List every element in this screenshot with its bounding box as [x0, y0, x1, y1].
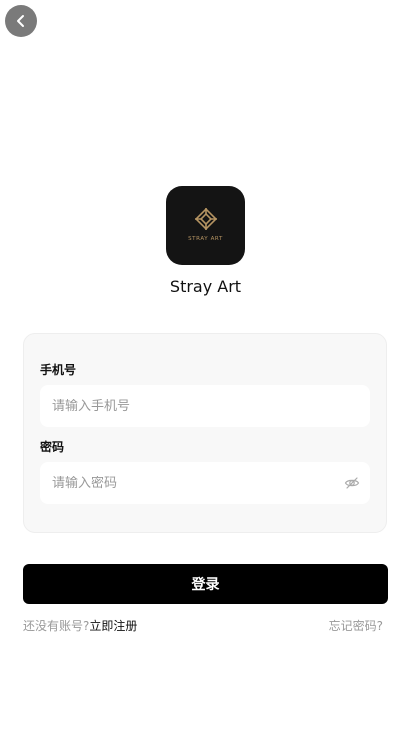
chevron-left-icon: [17, 15, 24, 27]
register-link[interactable]: 立即注册: [89, 619, 137, 633]
no-account-text: 还没有账号?: [23, 619, 90, 633]
forgot-password-link[interactable]: 忘记密码?: [329, 617, 383, 634]
phone-input[interactable]: [52, 398, 322, 414]
logo-text: STRAY ART: [188, 235, 223, 242]
back-button[interactable]: [5, 5, 37, 37]
phone-label: 手机号: [40, 363, 77, 377]
password-label: 密码: [40, 440, 65, 454]
login-form-card: 手机号 密码: [23, 333, 387, 533]
login-button[interactable]: 登录: [23, 564, 388, 604]
password-field-container: [40, 462, 370, 504]
app-name: Stray Art: [169, 277, 242, 296]
account-links: 还没有账号?立即注册 忘记密码?: [23, 617, 383, 635]
password-input[interactable]: [52, 475, 322, 491]
eye-hidden-icon[interactable]: [344, 475, 360, 491]
logo-diamond-icon: [194, 207, 217, 230]
app-logo: STRAY ART: [166, 186, 245, 265]
phone-field-container: [40, 385, 370, 427]
